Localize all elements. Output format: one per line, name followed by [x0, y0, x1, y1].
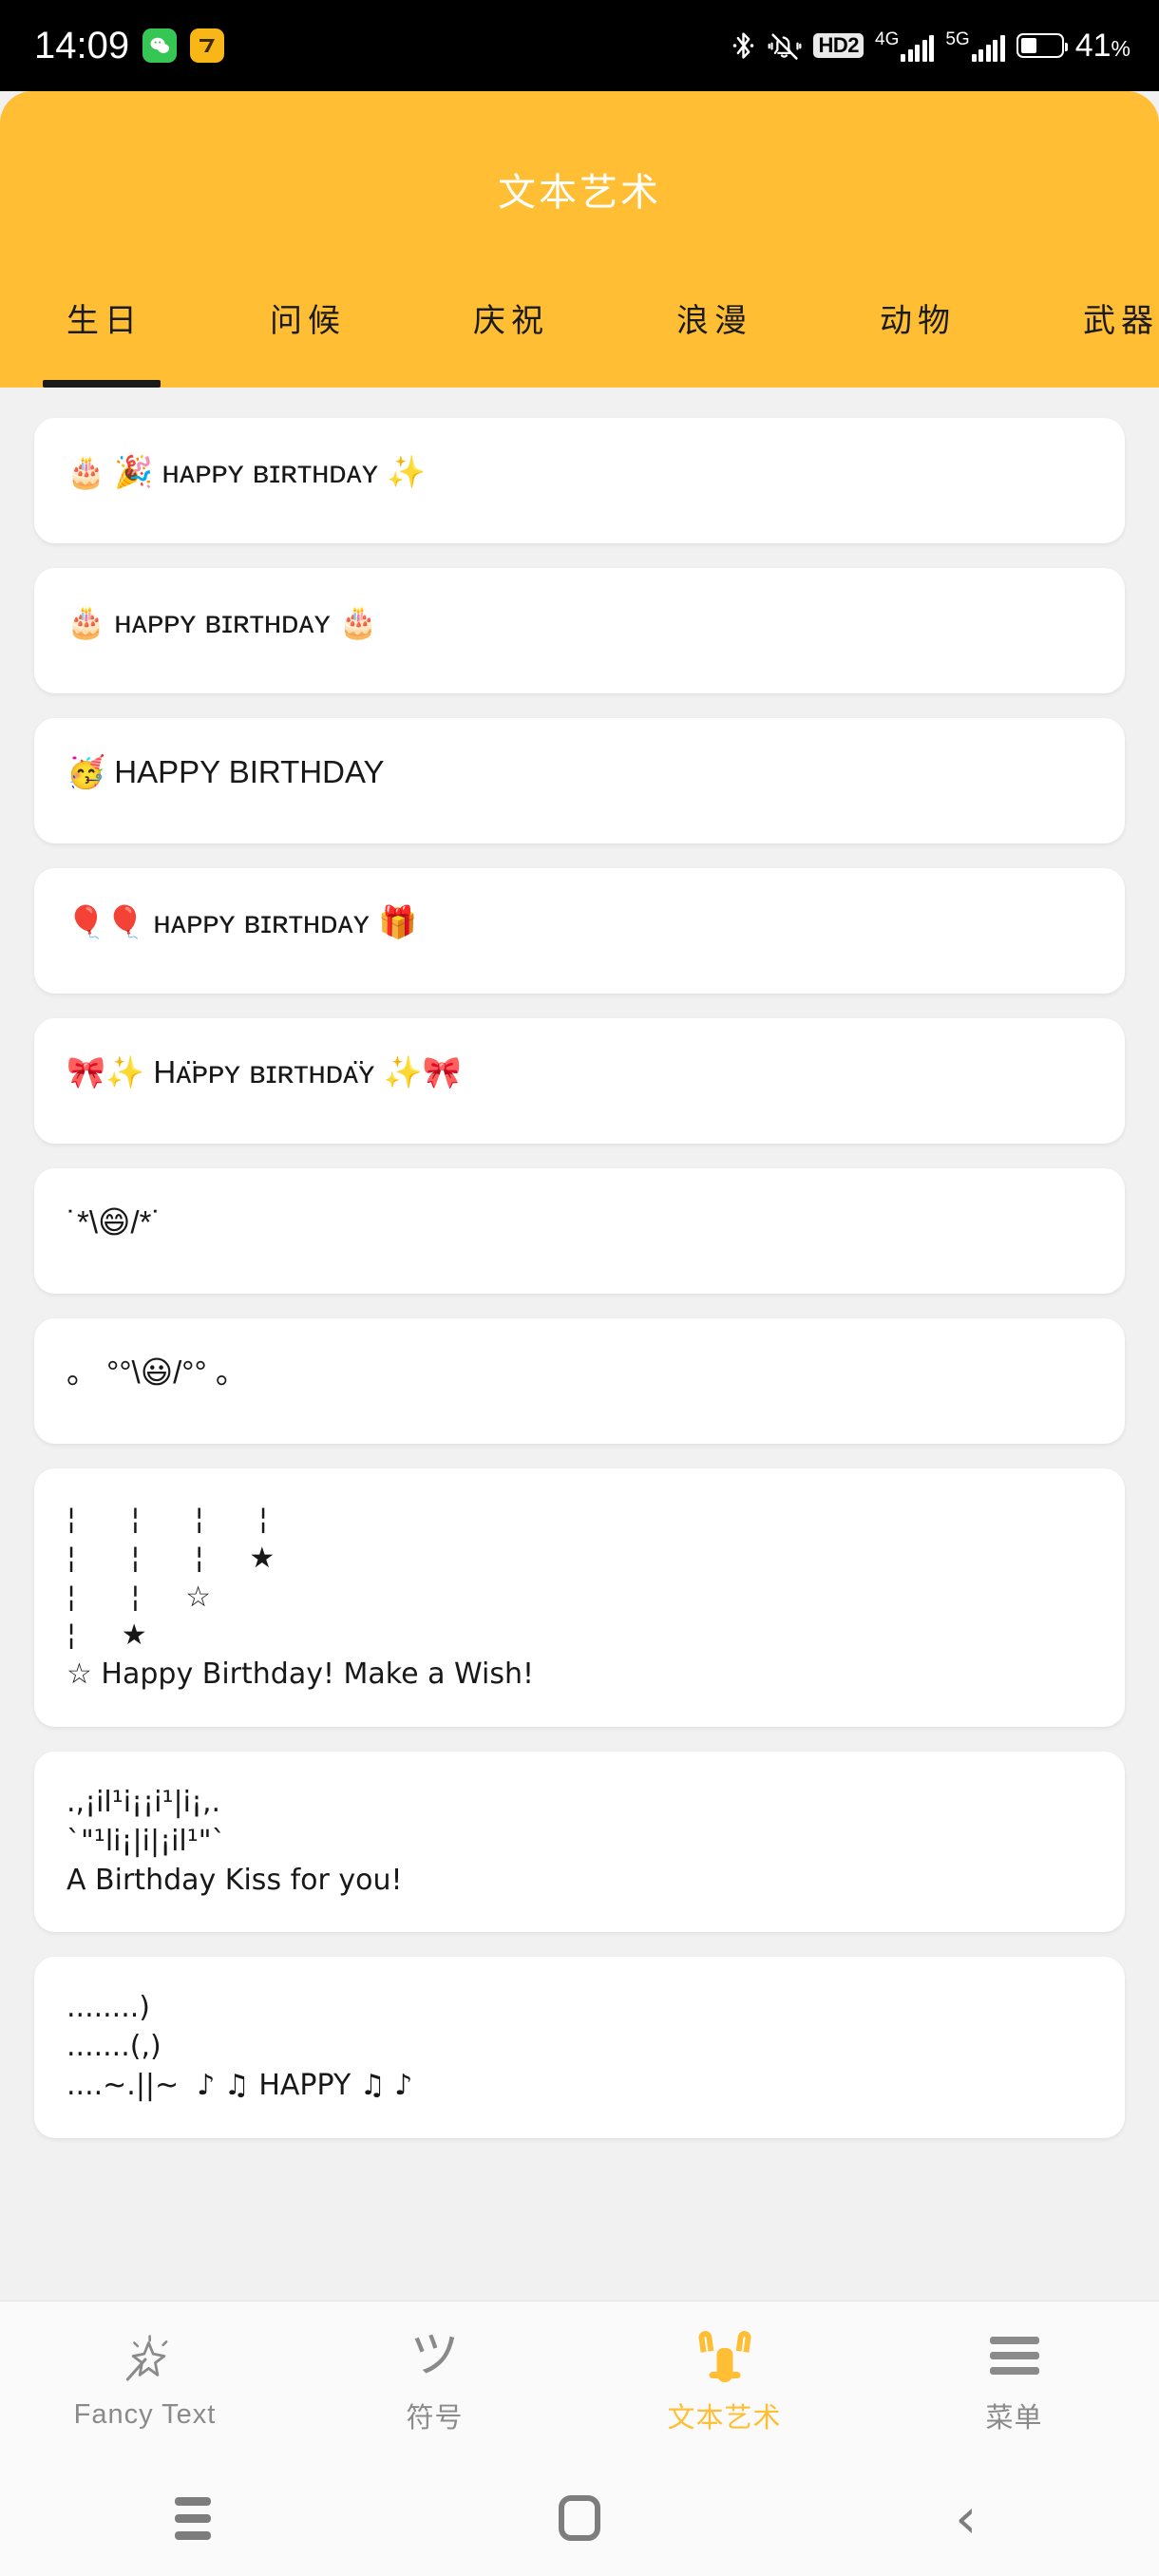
phone-screen: 14:09 HD2 4G 5G 41% 文本艺术 生日 问候 庆祝 浪漫 动物 … [0, 0, 1159, 2576]
signal-5g-label: 5G [945, 28, 970, 49]
text-art-content: 。 °°\😃/°° 。 [66, 1354, 247, 1390]
battery-percent-value: 41 [1074, 28, 1112, 64]
nav-label: 文本艺术 [667, 2402, 782, 2434]
text-art-content: 🥳 HAPPY BIRTHDAY [66, 754, 385, 789]
list-item[interactable]: 。 °°\😃/°° 。 [34, 1318, 1125, 1444]
home-icon [559, 2495, 600, 2541]
tab-label: 生日 [66, 303, 142, 339]
nav-label: Fancy Text [73, 2399, 217, 2430]
battery-icon [1016, 33, 1068, 58]
text-art-content: ˙*\😄/*˙ [66, 1204, 162, 1240]
tab-label: 庆祝 [473, 303, 549, 339]
tab-birthday[interactable]: 生日 [0, 281, 203, 388]
tab-label: 动物 [880, 303, 956, 339]
list-item[interactable]: 🎂 ʜᴀᴘᴘʏ ʙɪʀᴛʜᴅᴀʏ 🎂 [34, 568, 1125, 693]
status-bar: 14:09 HD2 4G 5G 41% [0, 0, 1159, 91]
battery-percent: 41% [1075, 29, 1130, 62]
wechat-icon [142, 28, 178, 63]
tab-greeting[interactable]: 问候 [203, 281, 407, 388]
recents-icon [175, 2496, 212, 2540]
recents-button[interactable] [0, 2496, 387, 2540]
tab-label: 武器 [1083, 303, 1159, 339]
hamburger-menu-icon [989, 2327, 1039, 2384]
tab-label: 问候 [270, 303, 346, 339]
bottom-navigation[interactable]: Fancy Text ツ 符号 文本艺术 菜单 [0, 2301, 1159, 2460]
text-art-content: 🎀✨ Hᴀ̈ᴘᴘʏ ʙɪʀᴛʜᴅᴀ̈ʏ ✨🎀 [66, 1054, 462, 1089]
tab-active-indicator [43, 380, 161, 388]
signal-5g-bars [971, 34, 1005, 62]
list-item[interactable]: ˙*\😄/*˙ [34, 1168, 1125, 1294]
battery-level-fill [1020, 38, 1037, 53]
category-tabs[interactable]: 生日 问候 庆祝 浪漫 动物 武器 [0, 281, 1159, 388]
hd2-badge: HD2 [813, 32, 864, 59]
list-item[interactable]: .,¡il¹i¡¡i¹|i¡,. `"¹li¡|i|¡il¹"` A Birth… [34, 1751, 1125, 1933]
tab-label: 浪漫 [676, 303, 752, 339]
text-art-content: 🎂 🎉 ʜᴀᴘᴘʏ ʙɪʀᴛʜᴅᴀʏ ✨ [66, 454, 427, 489]
status-clock: 14:09 [34, 24, 130, 66]
list-item[interactable]: 🎈🎈 ʜᴀᴘᴘʏ ʙɪʀᴛʜᴅᴀʏ 🎁 [34, 868, 1125, 994]
qq-reader-icon [190, 28, 225, 63]
text-art-content: .,¡il¹i¡¡i¹|i¡,. `"¹li¡|i|¡il¹"` A Birth… [66, 1785, 403, 1897]
magic-wand-icon [119, 2331, 172, 2388]
battery-percent-unit: % [1111, 36, 1130, 61]
app-header: 文本艺术 生日 问候 庆祝 浪漫 动物 武器 [0, 91, 1159, 388]
status-bar-left: 14:09 [34, 24, 225, 67]
tab-celebration[interactable]: 庆祝 [407, 281, 610, 388]
signal-4g-label: 4G [875, 28, 900, 49]
list-item[interactable]: ¦ ¦ ¦ ¦ ¦ ¦ ¦ ★ ¦ ¦ ☆ ¦ ★ ☆ Happy Birthd… [34, 1468, 1125, 1727]
vibrate-mute-icon [769, 33, 802, 60]
list-item[interactable]: 🎀✨ Hᴀ̈ᴘᴘʏ ʙɪʀᴛʜᴅᴀ̈ʏ ✨🎀 [34, 1018, 1125, 1144]
list-item[interactable]: 🥳 HAPPY BIRTHDAY [34, 718, 1125, 843]
cat-text-art-icon [694, 2327, 756, 2384]
nav-fancy-text[interactable]: Fancy Text [0, 2331, 290, 2431]
tab-animals[interactable]: 动物 [813, 281, 1016, 388]
nav-menu[interactable]: 菜单 [869, 2327, 1159, 2435]
nav-symbols[interactable]: ツ 符号 [290, 2327, 580, 2435]
nav-text-art[interactable]: 文本艺术 [580, 2327, 869, 2435]
signal-4g: 4G [875, 28, 935, 62]
bluetooth-icon [733, 32, 754, 59]
signal-5g: 5G [945, 28, 1005, 62]
text-art-content: ¦ ¦ ¦ ¦ ¦ ¦ ¦ ★ ¦ ¦ ☆ ¦ ★ ☆ Happy Birthd… [66, 1503, 535, 1692]
nav-label: 符号 [406, 2402, 464, 2434]
tab-weapons[interactable]: 武器 [1016, 281, 1159, 388]
list-item[interactable]: ........) .......(,) ....~.||~ ♪ ♫ HAPPY… [34, 1957, 1125, 2138]
back-chevron-icon: ‹ [955, 2486, 978, 2550]
text-art-list[interactable]: 🎂 🎉 ʜᴀᴘᴘʏ ʙɪʀᴛʜᴅᴀʏ ✨ 🎂 ʜᴀᴘᴘʏ ʙɪʀᴛʜᴅᴀʏ 🎂 … [0, 388, 1159, 2299]
back-button[interactable]: ‹ [772, 2491, 1159, 2546]
text-art-content: 🎂 ʜᴀᴘᴘʏ ʙɪʀᴛʜᴅᴀʏ 🎂 [66, 604, 379, 639]
tsu-glyph-icon: ツ [409, 2326, 460, 2384]
home-button[interactable] [387, 2495, 773, 2541]
text-art-content: ........) .......(,) ....~.||~ ♪ ♫ HAPPY… [66, 1991, 413, 2102]
page-title: 文本艺术 [498, 172, 661, 214]
text-art-content: 🎈🎈 ʜᴀᴘᴘʏ ʙɪʀᴛʜᴅᴀʏ 🎁 [66, 904, 418, 939]
android-navigation-bar[interactable]: ‹ [0, 2460, 1159, 2576]
signal-4g-bars [901, 34, 935, 62]
nav-label: 菜单 [985, 2402, 1043, 2434]
status-bar-right: HD2 4G 5G 41% [731, 29, 1130, 62]
list-item[interactable]: 🎂 🎉 ʜᴀᴘᴘʏ ʙɪʀᴛʜᴅᴀʏ ✨ [34, 418, 1125, 543]
tab-romance[interactable]: 浪漫 [610, 281, 813, 388]
